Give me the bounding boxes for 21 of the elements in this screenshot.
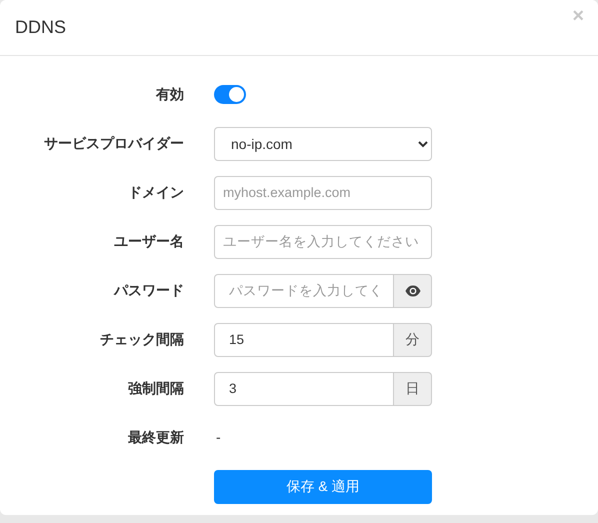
field-label: 最終更新 (127, 428, 184, 446)
field-label: ユーザー名 (113, 232, 184, 250)
toggle-switch[interactable] (214, 85, 246, 104)
field-label: チェック間隔 (99, 330, 184, 348)
dialog-title: DDNS (15, 17, 66, 38)
field-label: サービスプロバイダー (43, 134, 184, 152)
field-label: パスワード (112, 282, 184, 300)
select-field[interactable]: no-ip.com (214, 126, 432, 160)
input-field[interactable]: ユーザー名を入力してください (214, 224, 432, 258)
unit-label: 日 (394, 372, 432, 406)
field-label: 強制間隔 (127, 380, 184, 398)
unit-label: 分 (394, 322, 432, 356)
eye-icon (404, 284, 420, 296)
input-field[interactable]: 15 (214, 322, 394, 356)
input-field[interactable]: 3 (214, 372, 394, 406)
password-field[interactable]: パスワードを入力してく (214, 274, 394, 308)
field-label: ドメイン (127, 184, 184, 202)
show-password-button[interactable] (394, 274, 432, 308)
input-field[interactable]: myhost.example.com (214, 176, 432, 210)
field-label: 有効 (154, 86, 184, 104)
field-value: - (215, 428, 221, 444)
